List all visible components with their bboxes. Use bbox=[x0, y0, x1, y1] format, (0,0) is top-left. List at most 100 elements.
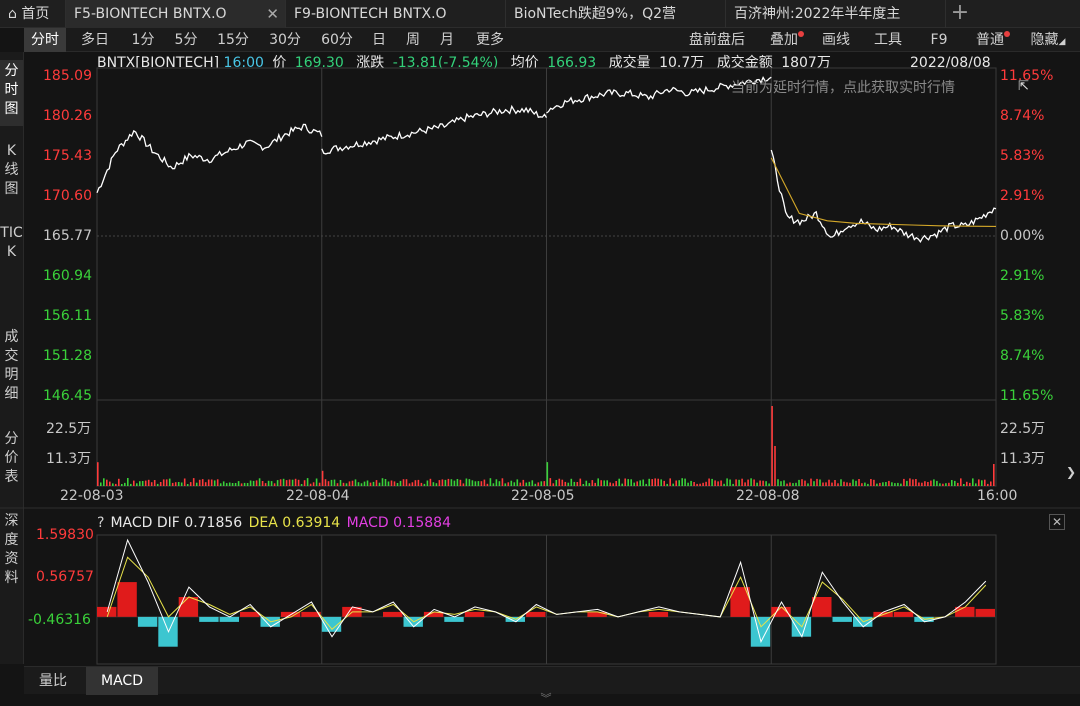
macd-indicator-name: MACD bbox=[110, 515, 153, 531]
y-tick-left: 156.11 bbox=[43, 308, 92, 324]
macd-histogram-bar bbox=[199, 616, 219, 622]
x-tick-label: 16:00 bbox=[977, 488, 1018, 504]
volume-bar bbox=[780, 481, 782, 486]
volume-bar bbox=[552, 483, 555, 486]
volume-bar bbox=[486, 483, 489, 486]
volume-bar bbox=[432, 482, 435, 486]
volume-bar bbox=[420, 482, 423, 486]
volume-bar bbox=[207, 479, 210, 486]
volume-bar bbox=[249, 480, 252, 486]
volume-tick-right: 11.3万 bbox=[1000, 451, 1046, 467]
macd-histogram-bar bbox=[117, 582, 137, 617]
volume-bar bbox=[513, 482, 516, 486]
volume-bar bbox=[786, 483, 788, 486]
y-tick-left: 180.26 bbox=[43, 108, 92, 124]
volume-bar bbox=[504, 483, 507, 486]
volume-bar bbox=[882, 482, 884, 486]
volume-bar bbox=[600, 480, 602, 486]
volume-bar bbox=[294, 478, 297, 486]
volume-bar bbox=[109, 481, 111, 486]
macd-y-tick: 0.56757 bbox=[36, 569, 94, 585]
volume-bar bbox=[136, 483, 138, 486]
volume-bar bbox=[984, 479, 986, 486]
volume-bar bbox=[213, 480, 216, 486]
volume-bar bbox=[423, 483, 426, 486]
volume-bar bbox=[354, 479, 357, 486]
volume-bar bbox=[264, 483, 267, 486]
volume-bar bbox=[282, 478, 285, 486]
volume-bar bbox=[582, 484, 585, 486]
volume-bar bbox=[699, 483, 701, 486]
tab-volume-ratio[interactable]: 量比 bbox=[24, 667, 82, 695]
volume-bar bbox=[636, 481, 638, 486]
volume-bar bbox=[597, 478, 599, 486]
volume-bar bbox=[642, 479, 644, 486]
price-line bbox=[96, 123, 323, 194]
volume-bar bbox=[399, 480, 402, 486]
volume-bar bbox=[390, 480, 393, 486]
intraday-chart[interactable] bbox=[0, 0, 1080, 706]
volume-bar bbox=[906, 480, 908, 486]
volume-bar bbox=[735, 479, 737, 486]
volume-bar bbox=[312, 482, 315, 486]
volume-bar bbox=[360, 483, 363, 486]
volume-bar bbox=[174, 482, 177, 486]
volume-bar bbox=[630, 479, 632, 486]
volume-bar bbox=[204, 482, 207, 486]
tab-macd[interactable]: MACD bbox=[86, 667, 158, 695]
volume-bar bbox=[444, 479, 447, 486]
close-indicator-icon[interactable]: ✕ bbox=[1049, 514, 1065, 530]
delayed-quote-notice[interactable]: 当前为延时行情，点此获取实时行情 bbox=[731, 77, 955, 97]
y-tick-left: 146.45 bbox=[43, 388, 92, 404]
volume-bar bbox=[621, 483, 623, 486]
volume-bar bbox=[897, 482, 899, 486]
volume-bar bbox=[864, 482, 866, 486]
volume-bar bbox=[471, 480, 474, 486]
volume-bar bbox=[870, 479, 872, 486]
volume-bar bbox=[885, 482, 887, 486]
y-tick-right: 11.65% bbox=[1000, 68, 1054, 84]
volume-bar bbox=[273, 483, 276, 486]
volume-bar bbox=[942, 483, 944, 486]
volume-bar bbox=[324, 479, 327, 486]
volume-bar bbox=[948, 482, 950, 486]
volume-bar bbox=[624, 478, 626, 486]
x-tick-label: 22-08-05 bbox=[511, 488, 575, 504]
volume-bar bbox=[255, 480, 258, 486]
volume-bar bbox=[909, 478, 911, 486]
volume-bar bbox=[921, 482, 923, 486]
volume-bar bbox=[450, 479, 453, 486]
macd-histogram-bar bbox=[240, 611, 260, 617]
volume-bar bbox=[168, 478, 171, 486]
chevron-right-icon[interactable]: ❯ bbox=[1066, 465, 1076, 479]
volume-bar bbox=[543, 481, 546, 486]
volume-bar bbox=[405, 479, 408, 486]
volume-bar bbox=[855, 480, 857, 486]
volume-bar bbox=[237, 481, 240, 486]
volume-bar bbox=[118, 478, 120, 486]
volume-bar bbox=[930, 480, 932, 486]
volume-bar bbox=[549, 478, 552, 486]
macd-histogram-bar bbox=[893, 611, 914, 617]
y-tick-right: 8.74% bbox=[1000, 348, 1045, 364]
price-line bbox=[770, 149, 997, 243]
volume-bar bbox=[462, 483, 465, 486]
volume-bar bbox=[831, 482, 833, 486]
volume-bar bbox=[891, 482, 893, 486]
volume-bar bbox=[225, 483, 228, 486]
volume-bar bbox=[480, 481, 483, 486]
volume-bar bbox=[100, 482, 102, 486]
volume-bar bbox=[393, 481, 396, 486]
price-line bbox=[321, 104, 548, 155]
chevron-down-icon[interactable]: ︾ bbox=[536, 693, 556, 705]
volume-bar bbox=[846, 482, 848, 486]
volume-bar bbox=[648, 478, 650, 486]
volume-bar bbox=[201, 479, 204, 486]
volume-bar bbox=[381, 478, 384, 486]
volume-bar bbox=[963, 484, 965, 486]
help-icon[interactable]: ? bbox=[97, 514, 104, 532]
volume-bar bbox=[195, 482, 198, 486]
volume-bar bbox=[234, 483, 237, 486]
y-tick-right: 2.91% bbox=[1000, 268, 1045, 284]
volume-bar bbox=[435, 483, 438, 486]
